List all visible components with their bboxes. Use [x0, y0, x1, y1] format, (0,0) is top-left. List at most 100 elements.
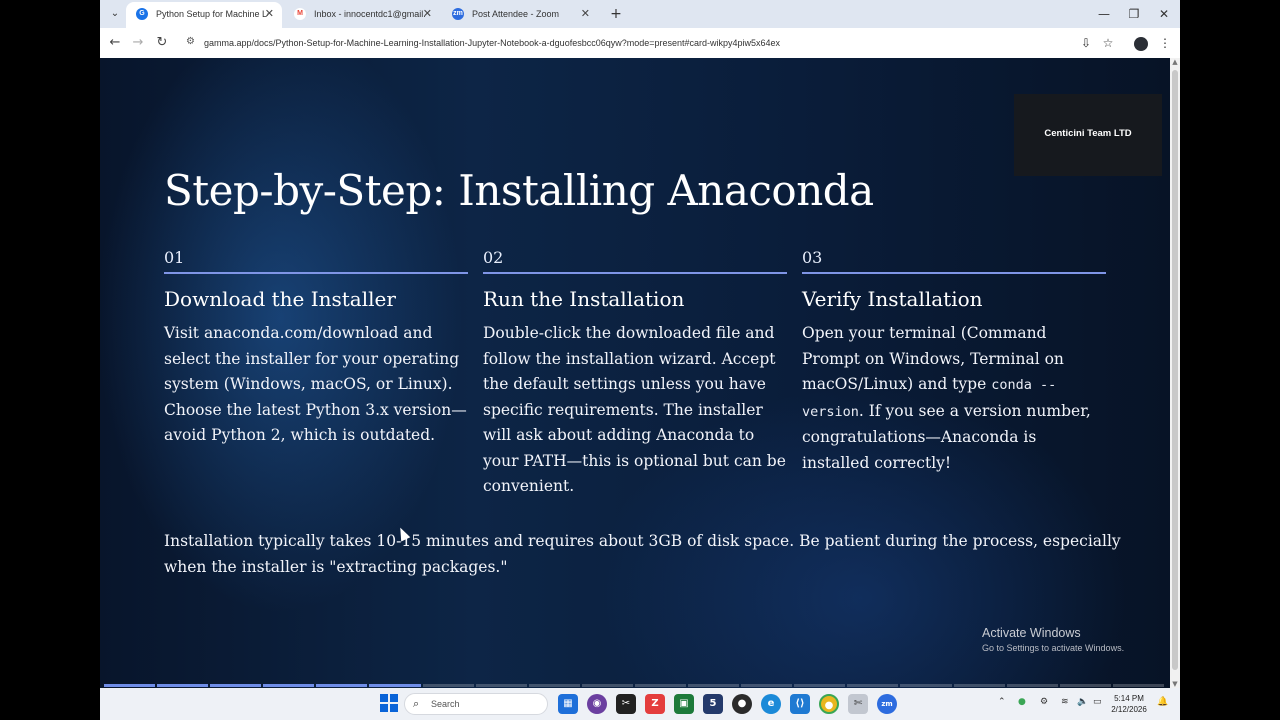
step-title: Download the Installer: [164, 287, 396, 311]
step-card-2: 02 Run the Installation Double-click the…: [483, 248, 787, 500]
back-icon[interactable]: ←: [105, 33, 125, 53]
progress-segment[interactable]: [263, 684, 315, 687]
tab-python-setup[interactable]: G Python Setup for Machine Lean ✕: [126, 2, 282, 28]
progress-segment[interactable]: [1006, 684, 1058, 687]
close-window-button[interactable]: ✕: [1149, 4, 1179, 24]
edge-browser-icon[interactable]: e: [761, 694, 781, 714]
progress-segment[interactable]: [210, 684, 262, 687]
step-card-1: 01 Download the Installer Visit anaconda…: [164, 248, 468, 449]
progress-segment[interactable]: [953, 684, 1005, 687]
step-divider: [802, 272, 1106, 274]
scroll-up-icon[interactable]: ▲: [1170, 58, 1180, 66]
step-card-3: 03 Verify Installation Open your termina…: [802, 248, 1106, 476]
tray-settings-icon[interactable]: ⚙: [1040, 697, 1048, 707]
clock-time: 5:14 PM: [1114, 694, 1144, 703]
progress-segment[interactable]: [688, 684, 740, 687]
profile-avatar-icon[interactable]: [1131, 33, 1151, 53]
page-scrollbar[interactable]: ▲ ▼: [1170, 58, 1180, 688]
notifications-bell-icon[interactable]: 🔔: [1157, 697, 1168, 707]
slide-progress-bar[interactable]: [104, 684, 1164, 687]
progress-segment[interactable]: [581, 684, 633, 687]
site-info-icon[interactable]: ⚙: [186, 36, 195, 47]
tab-search-chevron-icon[interactable]: ⌄: [106, 5, 124, 23]
progress-segment[interactable]: [900, 684, 952, 687]
windows-taskbar: ⌕ Search ▦ ◉ ✂ Z ▣ 5 ● e ⟨⟩ ● ✄ zm ⌃ ● ⚙…: [100, 688, 1180, 720]
zotero-icon[interactable]: Z: [645, 694, 665, 714]
tab-strip: ⌄ G Python Setup for Machine Lean ✕ M In…: [100, 0, 1180, 28]
activate-subtitle: Go to Settings to activate Windows.: [982, 643, 1125, 653]
github-desktop-icon[interactable]: ◉: [587, 694, 607, 714]
tab-gmail-inbox[interactable]: M Inbox - innocentdc1@gmail.com ✕: [284, 2, 440, 28]
progress-segment[interactable]: [847, 684, 899, 687]
tab-zoom[interactable]: zm Post Attendee - Zoom ✕: [442, 2, 598, 28]
tab-label: Post Attendee - Zoom: [472, 9, 560, 19]
search-icon: ⌕: [413, 697, 420, 710]
url-text[interactable]: gamma.app/docs/Python-Setup-for-Machine-…: [204, 32, 780, 54]
tab-close-icon[interactable]: ✕: [423, 2, 432, 26]
step-divider: [164, 272, 468, 274]
progress-segment[interactable]: [422, 684, 474, 687]
progress-segment[interactable]: [157, 684, 209, 687]
tab-label: Python Setup for Machine Lean: [156, 9, 268, 19]
bookmark-star-icon[interactable]: ☆: [1098, 33, 1118, 53]
snipping-tool-icon[interactable]: ✄: [848, 694, 868, 714]
slide-footnote: Installation typically takes 10-15 minut…: [164, 532, 1121, 576]
new-tab-button[interactable]: +: [606, 4, 626, 24]
progress-segment[interactable]: [316, 684, 368, 687]
progress-segment[interactable]: [741, 684, 793, 687]
zoom-favicon-icon: zm: [452, 8, 464, 20]
forward-icon[interactable]: →: [128, 33, 148, 53]
progress-segment[interactable]: [634, 684, 687, 687]
maximize-button[interactable]: ❐: [1119, 4, 1149, 24]
obs-studio-icon[interactable]: ●: [732, 694, 752, 714]
reload-icon[interactable]: ↻: [152, 33, 172, 53]
step-divider: [483, 272, 787, 274]
pycharm-icon[interactable]: ▣: [674, 694, 694, 714]
app-five-icon[interactable]: 5: [703, 694, 723, 714]
windows-start-icon[interactable]: [379, 694, 399, 714]
activate-title: Activate Windows: [982, 626, 1081, 640]
tab-close-icon[interactable]: ✕: [581, 2, 590, 26]
progress-segment[interactable]: [475, 684, 527, 687]
step-number: 01: [164, 248, 185, 267]
tray-app-icon[interactable]: ●: [1018, 697, 1026, 707]
chrome-browser-icon[interactable]: ●: [819, 694, 839, 714]
install-app-icon[interactable]: ⇩: [1076, 33, 1096, 53]
step-body: Double-click the downloaded file and fol…: [483, 324, 786, 495]
taskbar-clock[interactable]: 5:14 PM 2/12/2026: [1104, 693, 1154, 715]
minimize-button[interactable]: —: [1089, 4, 1119, 24]
step-title: Run the Installation: [483, 287, 685, 311]
show-hidden-icons-chevron-icon[interactable]: ⌃: [998, 697, 1006, 707]
tab-label: Inbox - innocentdc1@gmail.com: [314, 9, 426, 19]
capcut-icon[interactable]: ✂: [616, 694, 636, 714]
step-body: Open your terminal (Command Prompt on Wi…: [802, 321, 1106, 476]
scrollbar-thumb[interactable]: [1172, 70, 1178, 670]
menu-kebab-icon[interactable]: ⋮: [1155, 33, 1175, 53]
address-bar[interactable]: ⚙ gamma.app/docs/Python-Setup-for-Machin…: [178, 32, 1086, 54]
gmail-favicon-icon: M: [294, 8, 306, 20]
step-body: Visit anaconda.com/download and select t…: [164, 324, 467, 444]
battery-icon[interactable]: ▭: [1093, 697, 1102, 707]
store-icon[interactable]: ▦: [558, 694, 578, 714]
progress-segment[interactable]: [1059, 684, 1111, 687]
zoom-app-icon[interactable]: zm: [877, 694, 897, 714]
progress-segment[interactable]: [1112, 684, 1164, 687]
volume-icon[interactable]: 🔈: [1077, 697, 1088, 707]
search-placeholder: Search: [431, 699, 460, 709]
gamma-favicon-icon: G: [136, 8, 148, 20]
desktop: ⌄ G Python Setup for Machine Lean ✕ M In…: [0, 0, 1280, 720]
tab-close-icon[interactable]: ✕: [265, 2, 274, 26]
progress-segment[interactable]: [369, 684, 421, 687]
scroll-down-icon[interactable]: ▼: [1170, 680, 1180, 688]
taskbar-search-input[interactable]: ⌕ Search: [404, 693, 548, 715]
progress-segment[interactable]: [104, 684, 156, 687]
wifi-icon[interactable]: ≋: [1061, 697, 1069, 707]
slide-title: Step-by-Step: Installing Anaconda: [164, 166, 874, 215]
browser-toolbar: ← → ↻ ⚙ gamma.app/docs/Python-Setup-for-…: [100, 28, 1180, 58]
step-number: 02: [483, 248, 504, 267]
progress-segment[interactable]: [794, 684, 846, 687]
progress-segment[interactable]: [528, 684, 580, 687]
browser-window: ⌄ G Python Setup for Machine Lean ✕ M In…: [100, 0, 1180, 688]
presentation-slide: Step-by-Step: Installing Anaconda 01 Dow…: [100, 58, 1170, 688]
vscode-icon[interactable]: ⟨⟩: [790, 694, 810, 714]
